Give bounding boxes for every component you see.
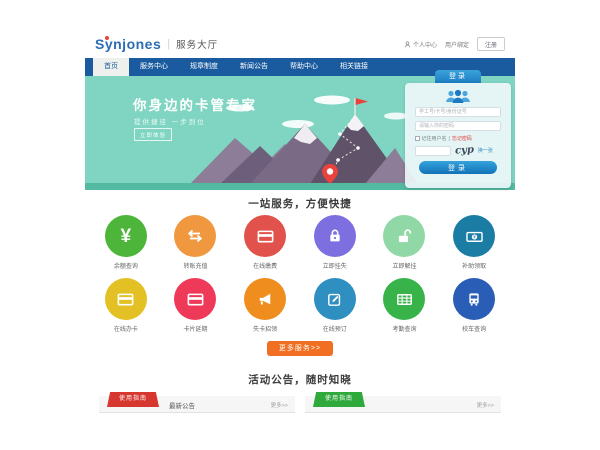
service-label: 失卡招领 [232,324,298,333]
service-label: 转账充值 [162,261,228,270]
captcha-image: cyp [455,144,475,156]
header: Synjones | 服务大厅 个人中心 用户绑定 注册 [85,30,515,58]
service-item-10[interactable]: 考勤查询 [371,278,437,333]
username-input[interactable] [415,107,501,117]
nav-item-3[interactable]: 新闻公告 [229,58,279,76]
service-label: 考勤查询 [371,324,437,333]
unlock-icon[interactable] [383,215,425,257]
announcements-title: 活动公告，随时知晓 [85,372,515,387]
service-item-7[interactable]: 卡片延期 [162,278,228,333]
nav-item-4[interactable]: 帮助中心 [279,58,329,76]
logo-group[interactable]: Synjones | 服务大厅 [95,36,218,52]
login-tab[interactable]: 登录 [435,70,481,83]
card-icon[interactable] [174,278,216,320]
list-icon[interactable] [383,278,425,320]
services-title: 一站服务，方便快捷 [85,196,515,211]
remember-row: 记住用户名 | 忘记密码 [415,135,501,142]
services-row-2: 在线办卡卡片延期失卡招领在线预订考勤查询校车查询 [85,278,515,333]
logo-red-dot-icon [105,36,109,40]
site-name: 服务大厅 [176,37,218,51]
edit-icon[interactable] [314,278,356,320]
captcha-input[interactable] [415,146,451,156]
users-group-icon [443,89,473,104]
service-label: 余额查询 [93,261,159,270]
panel-body [305,413,501,422]
remember-checkbox[interactable] [415,136,420,141]
logo-divider: | [167,38,170,50]
personal-center-link[interactable]: 个人中心 [404,40,437,49]
service-label: 在线预订 [302,324,368,333]
service-label: 立即解挂 [371,261,437,270]
login-submit-button[interactable]: 登录 [419,161,497,174]
captcha-refresh-link[interactable]: 换一张 [478,147,493,154]
hero-subtitle: 提供捷径 一步到位 [134,116,206,126]
hero-title: 你身边的卡管专家 [133,94,257,114]
service-item-5[interactable]: ¥ 补助领取 [441,215,507,270]
forgot-password-link[interactable]: 忘记密码 [452,135,472,142]
user-bind-link[interactable]: 用户绑定 [445,40,469,49]
announcement-panel-0: 使用指南最新公告 更多>> [99,392,295,422]
nav-item-1[interactable]: 服务中心 [129,58,179,76]
service-label: 卡片延期 [162,324,228,333]
service-item-9[interactable]: 在线预订 [302,278,368,333]
panel-ribbon-tab[interactable]: 使用指南 [313,392,365,407]
card-icon[interactable] [244,215,286,257]
separator: | [449,136,450,142]
panel-more-link[interactable]: 更多>> [271,401,288,409]
service-item-1[interactable]: 转账充值 [162,215,228,270]
captcha-row: cyp 换一张 [415,145,501,156]
service-label: 立即挂失 [302,261,368,270]
service-item-2[interactable]: 在线缴费 [232,215,298,270]
service-item-3[interactable]: 立即挂失 [302,215,368,270]
login-panel: 登录 记住用户名 | 忘记密码 cyp 换一张 [405,70,511,188]
megaphone-icon[interactable] [244,278,286,320]
announcement-panel-1: 使用指南更多>> [305,392,501,422]
service-label: 补助领取 [441,261,507,270]
lock-icon[interactable] [314,215,356,257]
nav-item-2[interactable]: 规章制度 [179,58,229,76]
service-item-6[interactable]: 在线办卡 [93,278,159,333]
nav-item-0[interactable]: 首页 [93,58,129,76]
service-label: 校车查询 [441,324,507,333]
brand-logo: Synjones [95,36,161,52]
more-services-button[interactable]: 更多服务>> [267,341,333,356]
panel-ribbon-tab[interactable]: 使用指南 [107,392,159,407]
service-item-0[interactable]: ¥ 余额查询 [93,215,159,270]
header-links: 个人中心 用户绑定 注册 [404,37,505,51]
hero-cta-button[interactable]: 立即体验 [134,128,172,141]
panel-secondary-tab[interactable]: 最新公告 [169,400,195,410]
transfer-icon[interactable] [174,215,216,257]
register-button[interactable]: 注册 [477,37,505,51]
service-item-11[interactable]: 校车查询 [441,278,507,333]
yen-icon[interactable]: ¥ [105,215,147,257]
bus-icon[interactable] [453,278,495,320]
portal-page: Synjones | 服务大厅 个人中心 用户绑定 注册 首页服务中心规章制度新… [85,30,515,422]
remember-label: 记住用户名 [422,135,447,142]
password-input[interactable] [415,121,501,131]
panel-more-link[interactable]: 更多>> [477,401,494,409]
user-icon [404,41,411,48]
service-item-4[interactable]: 立即解挂 [371,215,437,270]
screenshot-canvas: Synjones | 服务大厅 个人中心 用户绑定 注册 首页服务中心规章制度新… [0,0,600,450]
panel-body [99,413,295,422]
services-row-1: ¥ 余额查询转账充值在线缴费立即挂失立即解挂 ¥ 补助领取 [85,215,515,270]
banknote-icon[interactable]: ¥ [453,215,495,257]
nav-item-5[interactable]: 相关链接 [329,58,379,76]
card-icon[interactable] [105,278,147,320]
service-label: 在线办卡 [93,324,159,333]
login-form: 记住用户名 | 忘记密码 cyp 换一张 登录 [405,83,511,188]
service-item-8[interactable]: 失卡招领 [232,278,298,333]
service-label: 在线缴费 [232,261,298,270]
